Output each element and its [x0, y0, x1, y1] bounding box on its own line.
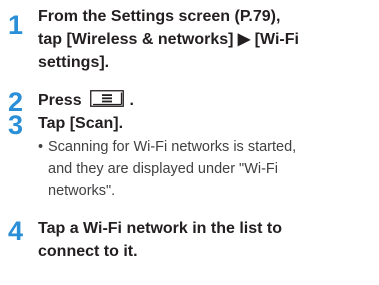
step-3-note-line-1: • Scanning for Wi-Fi networks is started,	[38, 136, 296, 158]
step-1-number: 1	[8, 10, 24, 40]
step-3-line-1: Tap [Scan].	[38, 115, 124, 132]
step-3-note-line-2: and they are displayed under "Wi-Fi	[48, 158, 278, 180]
step-3-note-text-1: Scanning for Wi-Fi networks is started,	[48, 139, 297, 155]
step-3-note-text-3: networks".	[48, 183, 116, 199]
step-4-line-1: Tap a Wi-Fi network in the list to	[38, 220, 283, 237]
manual-page: 1 From the Settings screen (P.79), tap […	[0, 0, 379, 285]
step-2-text-before: Press	[38, 92, 82, 109]
step-3-note-line-3: networks".	[48, 180, 115, 202]
step-3-number: 3	[8, 110, 24, 140]
step-3-note-text-2: and they are displayed under "Wi-Fi	[48, 161, 279, 177]
step-4-number: 4	[8, 216, 24, 246]
menu-key-icon	[90, 90, 124, 108]
step-1-line-1: From the Settings screen (P.79),	[38, 8, 281, 25]
step-1-line-2: tap [Wireless & networks] ▶ [Wi-Fi	[38, 31, 299, 48]
step-2-text: Press .	[38, 90, 134, 112]
step-4-line-2: connect to it.	[38, 243, 138, 260]
step-1-line-3: settings].	[38, 54, 110, 71]
step-2-text-after: .	[129, 92, 134, 109]
bullet-icon: •	[38, 139, 44, 155]
